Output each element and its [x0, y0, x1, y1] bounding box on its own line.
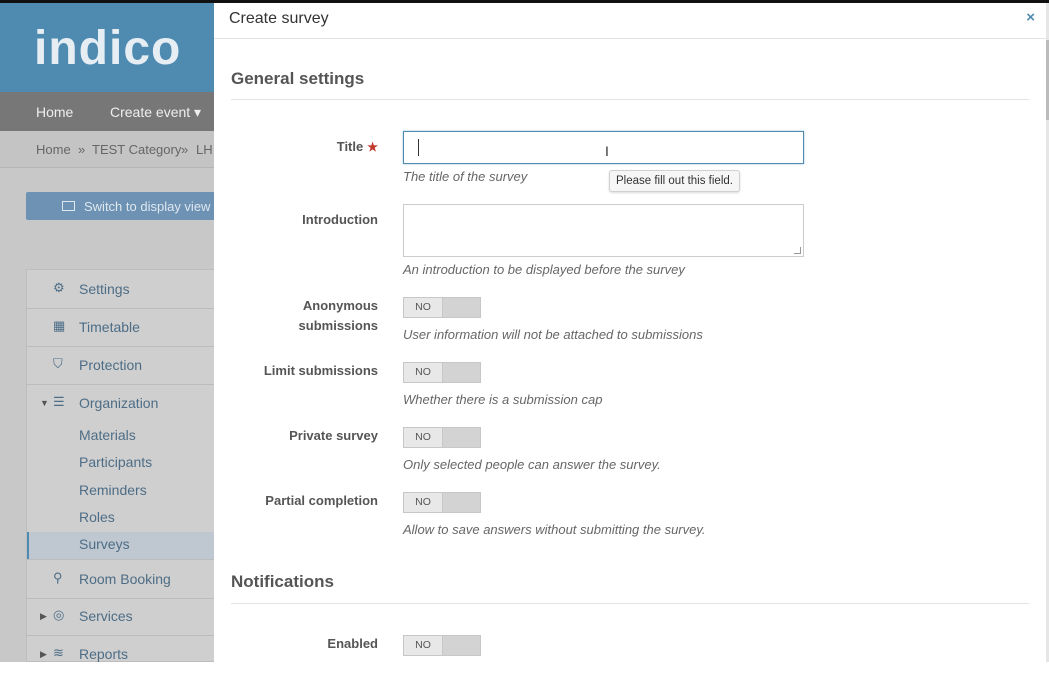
close-icon[interactable]: × — [1026, 9, 1035, 26]
label-line: Anonymous — [302, 298, 378, 313]
breadcrumb-separator: » — [78, 142, 86, 157]
notifications-enabled-label: Enabled — [327, 636, 378, 651]
switch-to-display-view-button[interactable]: Switch to display view — [26, 192, 214, 220]
submenu-item-roles[interactable]: Roles — [79, 509, 115, 525]
caret-right-icon: ▶ — [40, 611, 47, 621]
introduction-textarea[interactable] — [403, 204, 804, 257]
breadcrumb-separator: » — [181, 142, 189, 157]
dialog-title: Create survey — [229, 10, 329, 27]
toggle-state: NO — [404, 363, 443, 382]
menu-item-protection[interactable]: ⛉ Protection — [27, 346, 215, 385]
resize-handle-icon[interactable] — [794, 247, 801, 254]
anonymous-submissions-toggle[interactable]: NO — [403, 297, 481, 318]
title-help-text: The title of the survey — [403, 169, 528, 184]
map-marker-icon: ⚲ — [53, 570, 63, 585]
gear-icon: ⚙ — [53, 280, 65, 295]
menu-item-label: Reports — [79, 646, 129, 662]
shield-icon: ⛉ — [53, 356, 63, 371]
menu-item-label: Organization — [79, 395, 159, 411]
event-management-menu: ⚙ Settings ▦ Timetable ⛉ Protection ▼ ☰ … — [26, 269, 215, 662]
partial-completion-toggle[interactable]: NO — [403, 492, 481, 513]
breadcrumb-category[interactable]: TEST Category — [92, 142, 181, 157]
label-line: submissions — [298, 318, 378, 333]
toggle-state: NO — [404, 428, 443, 447]
title-input[interactable] — [403, 131, 804, 164]
site-header: indico — [0, 3, 214, 92]
notifications-heading: Notifications — [231, 572, 334, 591]
breadcrumb-event[interactable]: LH — [196, 142, 213, 157]
menu-item-label: Timetable — [79, 319, 140, 335]
menu-item-label: Services — [79, 608, 133, 624]
submenu-item-surveys[interactable]: Surveys — [79, 536, 130, 552]
menu-item-label: Settings — [79, 281, 130, 297]
private-help-text: Only selected people can answer the surv… — [403, 457, 661, 472]
switch-button-label: Switch to display view — [84, 199, 211, 214]
submenu-item-materials[interactable]: Materials — [79, 427, 136, 443]
toggle-state: NO — [404, 636, 443, 655]
limit-help-text: Whether there is a submission cap — [403, 392, 603, 407]
menu-item-room-booking[interactable]: ⚲ Room Booking — [27, 559, 215, 599]
private-survey-label: Private survey — [289, 428, 378, 443]
dialog-header-divider — [214, 38, 1049, 39]
limit-submissions-toggle[interactable]: NO — [403, 362, 481, 383]
anonymous-help-text: User information will not be attached to… — [403, 327, 703, 342]
anonymous-submissions-label: Anonymous submissions — [299, 296, 378, 336]
section-divider — [231, 603, 1029, 604]
create-survey-dialog: Create survey × General settings Title ★ … — [214, 3, 1049, 662]
limit-submissions-label: Limit submissions — [263, 363, 378, 378]
ibeam-cursor-icon: I — [605, 143, 609, 159]
menu-item-organization[interactable]: ▼ ☰ Organization — [27, 384, 215, 422]
list-icon: ☰ — [53, 394, 65, 409]
display-icon — [62, 201, 75, 211]
partial-completion-label: Partial completion — [265, 493, 378, 508]
partial-help-text: Allow to save answers without submitting… — [403, 522, 706, 537]
breadcrumb: Home » TEST Category » LH — [0, 131, 214, 168]
validation-tooltip: Please fill out this field. — [609, 170, 740, 192]
submenu-item-participants[interactable]: Participants — [79, 454, 152, 470]
breadcrumb-home[interactable]: Home — [36, 142, 71, 157]
calendar-icon: ▦ — [53, 318, 66, 333]
nav-create-event[interactable]: Create event ▾ — [110, 104, 201, 121]
menu-item-timetable[interactable]: ▦ Timetable — [27, 308, 215, 347]
section-divider — [231, 99, 1029, 100]
menu-item-reports[interactable]: ▶ ≋ Reports — [27, 635, 215, 673]
private-survey-toggle[interactable]: NO — [403, 427, 481, 448]
title-field-label: Title ★ — [337, 137, 378, 157]
required-icon: ★ — [367, 140, 378, 154]
menu-item-services[interactable]: ▶ ◎ Services — [27, 597, 215, 636]
notifications-enabled-toggle[interactable]: NO — [403, 635, 481, 656]
general-settings-heading: General settings — [231, 69, 365, 88]
nav-home[interactable]: Home — [36, 104, 73, 120]
toggle-state: NO — [404, 493, 443, 512]
text-caret — [418, 139, 419, 156]
caret-right-icon: ▶ — [40, 649, 47, 659]
broadcast-icon: ◎ — [53, 607, 65, 622]
introduction-help-text: An introduction to be displayed before t… — [403, 262, 685, 277]
submenu-item-reminders[interactable]: Reminders — [79, 482, 147, 498]
menu-item-settings[interactable]: ⚙ Settings — [27, 270, 215, 309]
menu-item-label: Protection — [79, 357, 143, 373]
toggle-state: NO — [404, 298, 443, 317]
menu-item-label: Room Booking — [79, 571, 171, 587]
stack-icon: ≋ — [53, 645, 64, 660]
main-nav: Home Create event ▾ — [0, 92, 214, 131]
introduction-field-label: Introduction — [302, 212, 378, 227]
indico-logo[interactable]: indico — [34, 21, 181, 76]
title-label-text: Title — [336, 139, 364, 154]
caret-down-icon: ▼ — [40, 398, 49, 408]
